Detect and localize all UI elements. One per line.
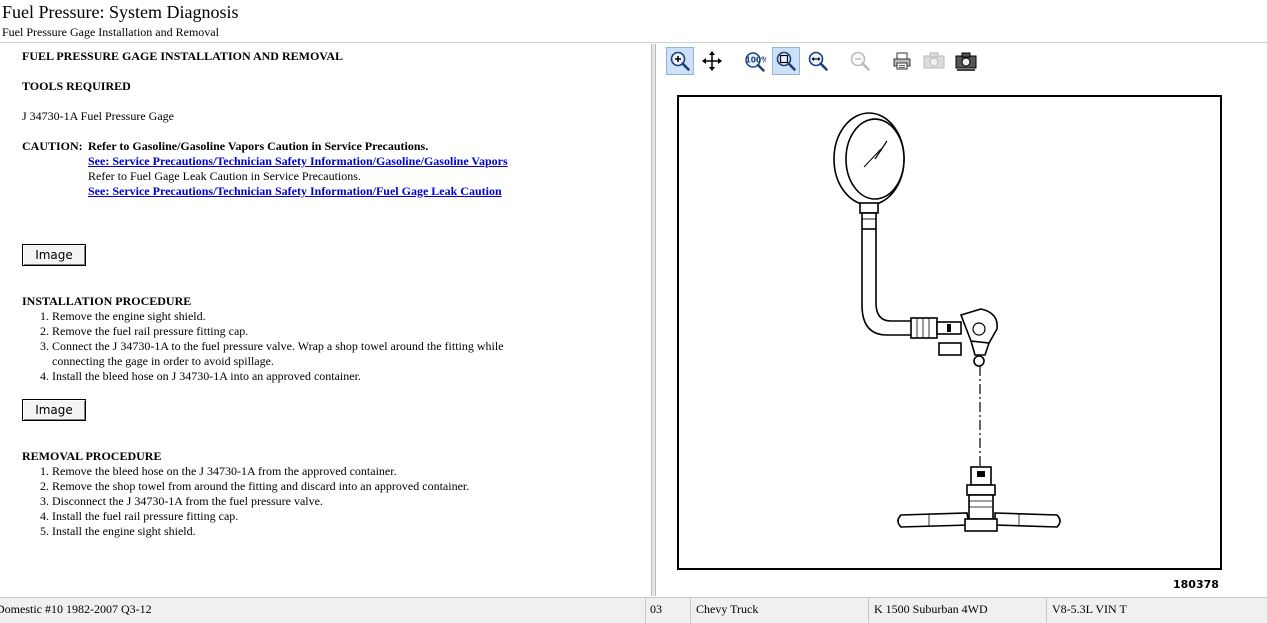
image-button-2[interactable]: Image	[22, 399, 86, 421]
header-divider	[0, 42, 1267, 43]
zoom-in-button[interactable]	[666, 47, 694, 75]
status-engine: V8-5.3L VIN T	[1052, 602, 1127, 616]
zoom-width-icon	[808, 51, 828, 71]
camera-save-icon	[955, 52, 977, 71]
viewer-toolbar: 100%	[666, 44, 980, 78]
installation-heading: INSTALLATION PROCEDURE	[22, 294, 192, 308]
page-title: Fuel Pressure: System Diagnosis	[2, 2, 239, 22]
list-item: Remove the shop towel from around the fi…	[52, 479, 522, 494]
zoom-100-icon: 100%	[745, 52, 767, 72]
document-header: Fuel Pressure: System Diagnosis Fuel Pre…	[0, 0, 1267, 42]
document-pane[interactable]: FUEL PRESSURE GAGE INSTALLATION AND REMO…	[0, 44, 650, 596]
main-heading: FUEL PRESSURE GAGE INSTALLATION AND REMO…	[22, 49, 344, 63]
camera-icon	[923, 52, 945, 69]
fuel-gage-illustration	[833, 112, 1061, 532]
caution-label: CAUTION:	[22, 139, 83, 153]
list-item: Disconnect the J 34730-1A from the fuel …	[52, 494, 522, 509]
list-item: Connect the J 34730-1A to the fuel press…	[52, 339, 522, 369]
image-viewer-pane: 100%	[656, 44, 1267, 596]
status-year: 03	[650, 602, 662, 616]
list-item: Install the engine sight shield.	[52, 524, 522, 539]
zoom-out-icon	[850, 51, 870, 71]
print-button[interactable]	[888, 47, 916, 75]
figure-number: 180378	[1173, 578, 1219, 591]
pan-button[interactable]	[698, 47, 726, 75]
svg-text:100%: 100%	[746, 56, 767, 65]
zoom-100-button[interactable]: 100%	[740, 47, 768, 75]
zoom-fit-icon	[776, 51, 796, 71]
camera-button[interactable]	[920, 47, 948, 75]
caution-link-fuel-gage-leak[interactable]: See: Service Precautions/Technician Safe…	[88, 184, 502, 198]
zoom-in-icon	[670, 51, 690, 71]
status-model: K 1500 Suburban 4WD	[874, 602, 988, 616]
status-product: Domestic #10 1982-2007 Q3-12	[0, 602, 152, 616]
zoom-out-button[interactable]	[846, 47, 874, 75]
list-item: Remove the fuel rail pressure fitting ca…	[52, 324, 522, 339]
list-item: Remove the engine sight shield.	[52, 309, 522, 324]
removal-steps: Remove the bleed hose on the J 34730-1A …	[22, 464, 522, 539]
caution-link-gasoline-vapors[interactable]: See: Service Precautions/Technician Safe…	[88, 154, 508, 168]
list-item: Install the bleed hose on J 34730-1A int…	[52, 369, 522, 384]
removal-heading: REMOVAL PROCEDURE	[22, 449, 162, 463]
fuel-gage-diagram	[677, 95, 1222, 570]
tools-heading: TOOLS REQUIRED	[22, 79, 131, 93]
status-bar: Domestic #10 1982-2007 Q3-12 03 Chevy Tr…	[0, 597, 1267, 623]
caution-text-1: Refer to Gasoline/Gasoline Vapors Cautio…	[88, 139, 429, 153]
image-button-1[interactable]: Image	[22, 244, 86, 266]
zoom-fit-button[interactable]	[772, 47, 800, 75]
zoom-width-button[interactable]	[804, 47, 832, 75]
camera-save-button[interactable]	[952, 47, 980, 75]
tool-item: J 34730-1A Fuel Pressure Gage	[22, 109, 174, 123]
print-icon	[893, 52, 911, 70]
caution-body: Refer to Gasoline/Gasoline Vapors Cautio…	[88, 139, 508, 199]
page-subtitle: Fuel Pressure Gage Installation and Remo…	[2, 25, 219, 39]
installation-steps: Remove the engine sight shield. Remove t…	[22, 309, 522, 384]
status-make: Chevy Truck	[696, 602, 759, 616]
pan-icon	[702, 51, 722, 71]
caution-text-2: Refer to Fuel Gage Leak Caution in Servi…	[88, 169, 361, 183]
list-item: Remove the bleed hose on the J 34730-1A …	[52, 464, 522, 479]
list-item: Install the fuel rail pressure fitting c…	[52, 509, 522, 524]
